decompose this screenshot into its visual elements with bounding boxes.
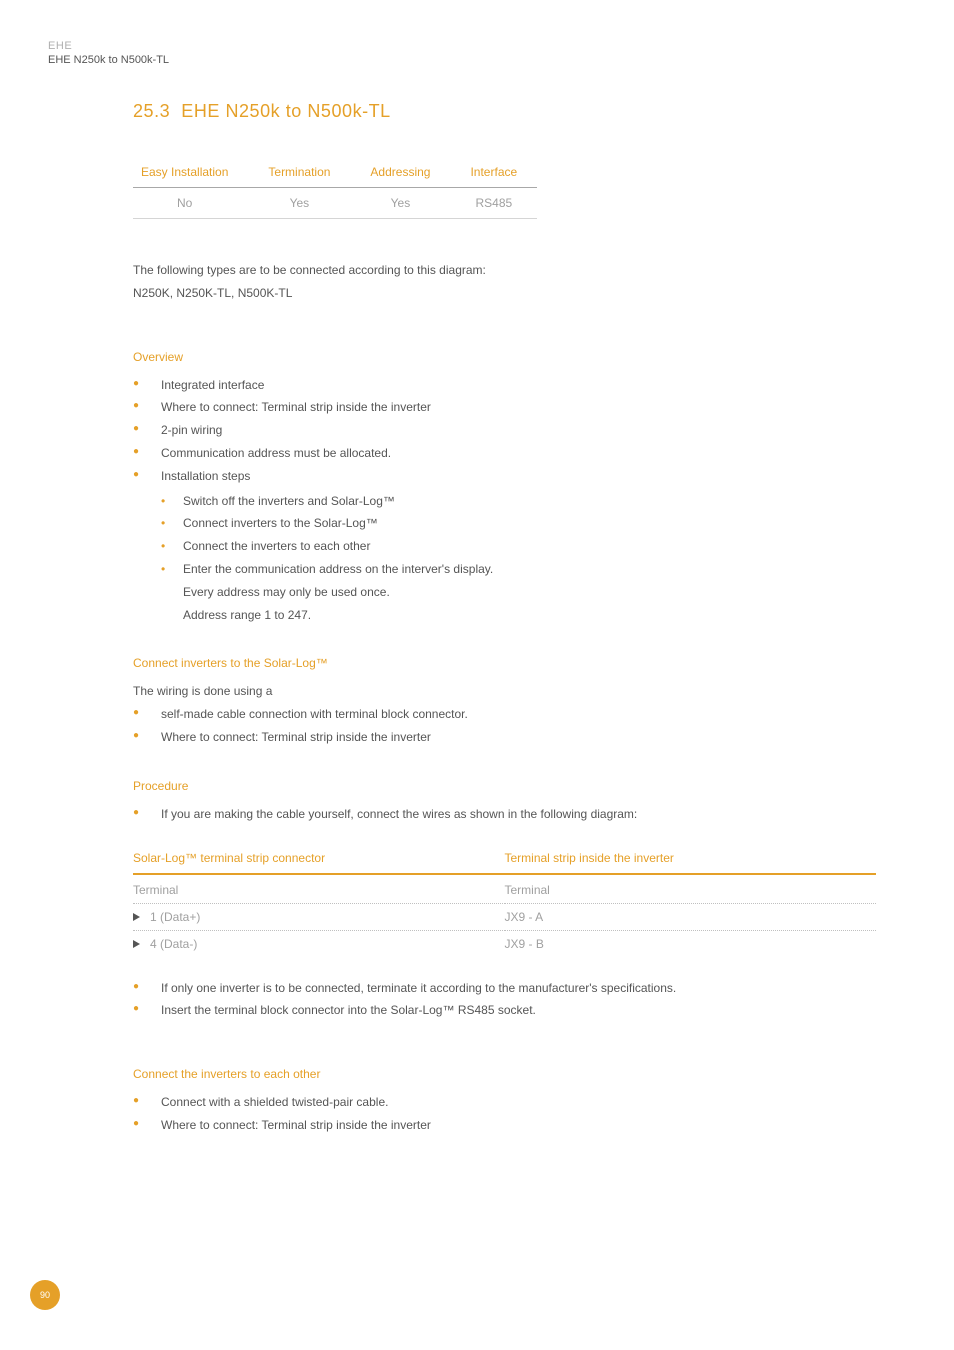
wiring-subheader: Terminal (133, 874, 505, 904)
wiring-cell: 4 (Data-) (133, 930, 505, 957)
spec-header: Termination (248, 157, 350, 188)
list-item: Insert the terminal block connector into… (133, 999, 876, 1022)
list-item: Installation steps (133, 465, 876, 488)
wiring-header: Solar-Log™ terminal strip connector (133, 851, 505, 874)
triangle-icon (133, 913, 140, 921)
intro-text: The following types are to be connected … (133, 259, 876, 305)
overview-steps: Switch off the inverters and Solar-Log™ … (133, 490, 876, 627)
list-item: Connect the inverters to each other (133, 535, 876, 558)
wiring-cell: JX9 - A (505, 903, 877, 930)
spec-cell: Yes (248, 188, 350, 219)
spec-cell: RS485 (450, 188, 537, 219)
procedure-heading: Procedure (133, 779, 876, 793)
header-brand: EHE (48, 40, 906, 52)
spec-table: Easy Installation Termination Addressing… (133, 157, 537, 219)
spec-header: Addressing (350, 157, 450, 188)
wiring-subheader: Terminal (505, 874, 877, 904)
list-item: Switch off the inverters and Solar-Log™ (133, 490, 876, 513)
list-item: Integrated interface (133, 374, 876, 397)
header-subtitle: EHE N250k to N500k-TL (48, 54, 906, 66)
list-item: If you are making the cable yourself, co… (133, 803, 876, 826)
connect-each-list: Connect with a shielded twisted-pair cab… (133, 1091, 876, 1137)
spec-header: Interface (450, 157, 537, 188)
after-table-list: If only one inverter is to be connected,… (133, 977, 876, 1023)
page-number-badge: 90 (30, 1280, 60, 1310)
overview-heading: Overview (133, 350, 876, 364)
list-item: Connect inverters to the Solar-Log™ (133, 512, 876, 535)
triangle-icon (133, 940, 140, 948)
list-item: self-made cable connection with terminal… (133, 703, 876, 726)
connect-each-heading: Connect the inverters to each other (133, 1067, 876, 1081)
connect-sl-heading: Connect inverters to the Solar-Log™ (133, 656, 876, 670)
list-item: Where to connect: Terminal strip inside … (133, 1114, 876, 1137)
section-name: EHE N250k to N500k-TL (181, 101, 390, 121)
spec-cell: Yes (350, 188, 450, 219)
wiring-value: 4 (Data-) (150, 937, 197, 951)
spec-cell: No (133, 188, 248, 219)
connect-sl-list: self-made cable connection with terminal… (133, 703, 876, 749)
list-item: Where to connect: Terminal strip inside … (133, 726, 876, 749)
list-item: Where to connect: Terminal strip inside … (133, 396, 876, 419)
spec-header: Easy Installation (133, 157, 248, 188)
intro-line: N250K, N250K-TL, N500K-TL (133, 282, 876, 305)
step-line: Every address may only be used once. (183, 581, 876, 604)
wiring-header: Terminal strip inside the inverter (505, 851, 877, 874)
list-item: If only one inverter is to be connected,… (133, 977, 876, 1000)
connect-sl-intro: The wiring is done using a (133, 680, 876, 703)
intro-line: The following types are to be connected … (133, 259, 876, 282)
main-content: 25.3 EHE N250k to N500k-TL Easy Installa… (133, 101, 876, 1137)
section-title: 25.3 EHE N250k to N500k-TL (133, 101, 876, 122)
overview-list: Integrated interface Where to connect: T… (133, 374, 876, 488)
wiring-table: Solar-Log™ terminal strip connector Term… (133, 851, 876, 957)
list-item: Enter the communication address on the i… (133, 558, 876, 626)
section-number: 25.3 (133, 101, 170, 121)
procedure-list: If you are making the cable yourself, co… (133, 803, 876, 826)
wiring-cell: JX9 - B (505, 930, 877, 957)
list-item: 2-pin wiring (133, 419, 876, 442)
wiring-cell: 1 (Data+) (133, 903, 505, 930)
list-item: Connect with a shielded twisted-pair cab… (133, 1091, 876, 1114)
list-item: Communication address must be allocated. (133, 442, 876, 465)
wiring-value: 1 (Data+) (150, 910, 200, 924)
step-line: Address range 1 to 247. (183, 604, 876, 627)
step-line: Enter the communication address on the i… (183, 558, 876, 581)
